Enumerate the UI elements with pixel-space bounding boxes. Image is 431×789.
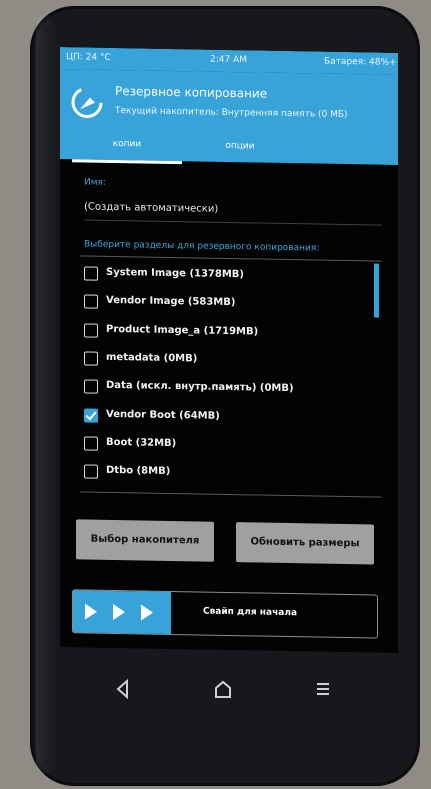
checkbox-icon[interactable]	[84, 323, 98, 338]
checkbox-icon[interactable]	[84, 266, 98, 281]
partition-label: Data (искл. внутр.память) (0MB)	[106, 379, 294, 395]
partition-list[interactable]: System Image (1378MB) Vendor Image (583M…	[80, 255, 382, 498]
checkbox-icon[interactable]	[84, 294, 98, 309]
partition-label: Product Image_a (1719MB)	[106, 323, 259, 338]
checkbox-icon[interactable]	[84, 436, 98, 451]
back-icon[interactable]	[110, 676, 136, 702]
arrow-right-icon	[141, 604, 153, 621]
page-title: Резервное копирование	[115, 84, 268, 101]
partitions-label: Выберите разделы для резервного копирова…	[84, 239, 320, 254]
navigation-bar	[60, 662, 398, 720]
partition-label: Vendor Image (583MB)	[106, 294, 236, 309]
partition-label: Dtbo (8MB)	[106, 464, 171, 477]
checkbox-icon[interactable]	[84, 464, 98, 479]
header: Резервное копирование Текущий накопитель…	[60, 69, 398, 165]
tab-backups[interactable]: копии	[72, 133, 182, 165]
clock: 2:47 AM	[210, 54, 247, 66]
battery-status: Батарея: 48%+	[324, 56, 397, 68]
home-icon[interactable]	[210, 676, 236, 702]
partition-label: Boot (32MB)	[106, 436, 177, 450]
partition-row[interactable]: Dtbo (8MB)	[80, 458, 370, 491]
swipe-slider[interactable]: Свайп для начала	[72, 589, 378, 639]
partition-label: Vendor Boot (64MB)	[106, 408, 220, 422]
phone-sheen	[36, 14, 56, 774]
partition-label: System Image (1378MB)	[106, 266, 244, 281]
slider-label: Свайп для начала	[203, 606, 298, 619]
partition-label: metadata (0MB)	[106, 351, 198, 365]
name-field-underline	[84, 219, 382, 226]
select-storage-button[interactable]: Выбор накопителя	[76, 519, 214, 562]
arrow-right-icon	[85, 603, 97, 620]
tab-options[interactable]: опции	[190, 135, 290, 163]
checkbox-icon[interactable]	[84, 379, 98, 394]
twrp-logo-icon	[70, 85, 104, 120]
name-label: Имя:	[84, 177, 106, 188]
current-storage-text: Текущий накопитель: Внутренняя память (0…	[115, 106, 348, 121]
partition-row[interactable]: Data (искл. внутр.память) (0MB)	[80, 373, 370, 406]
list-scrollbar[interactable]	[374, 263, 379, 318]
arrow-right-icon	[113, 603, 125, 621]
checkbox-checked-icon[interactable]	[84, 408, 98, 423]
cpu-temp: ЦП: 24 °C	[66, 52, 111, 63]
menu-icon[interactable]	[310, 676, 336, 702]
checkbox-icon[interactable]	[84, 351, 98, 366]
refresh-sizes-button[interactable]: Обновить размеры	[236, 522, 374, 565]
partition-row[interactable]: Vendor Image (583MB)	[80, 288, 370, 321]
screen: ЦП: 24 °C 2:47 AM Батарея: 48%+ Резервно…	[60, 47, 398, 653]
slider-handle[interactable]	[73, 590, 171, 634]
backup-name-field[interactable]: (Создать автоматически)	[84, 201, 218, 214]
